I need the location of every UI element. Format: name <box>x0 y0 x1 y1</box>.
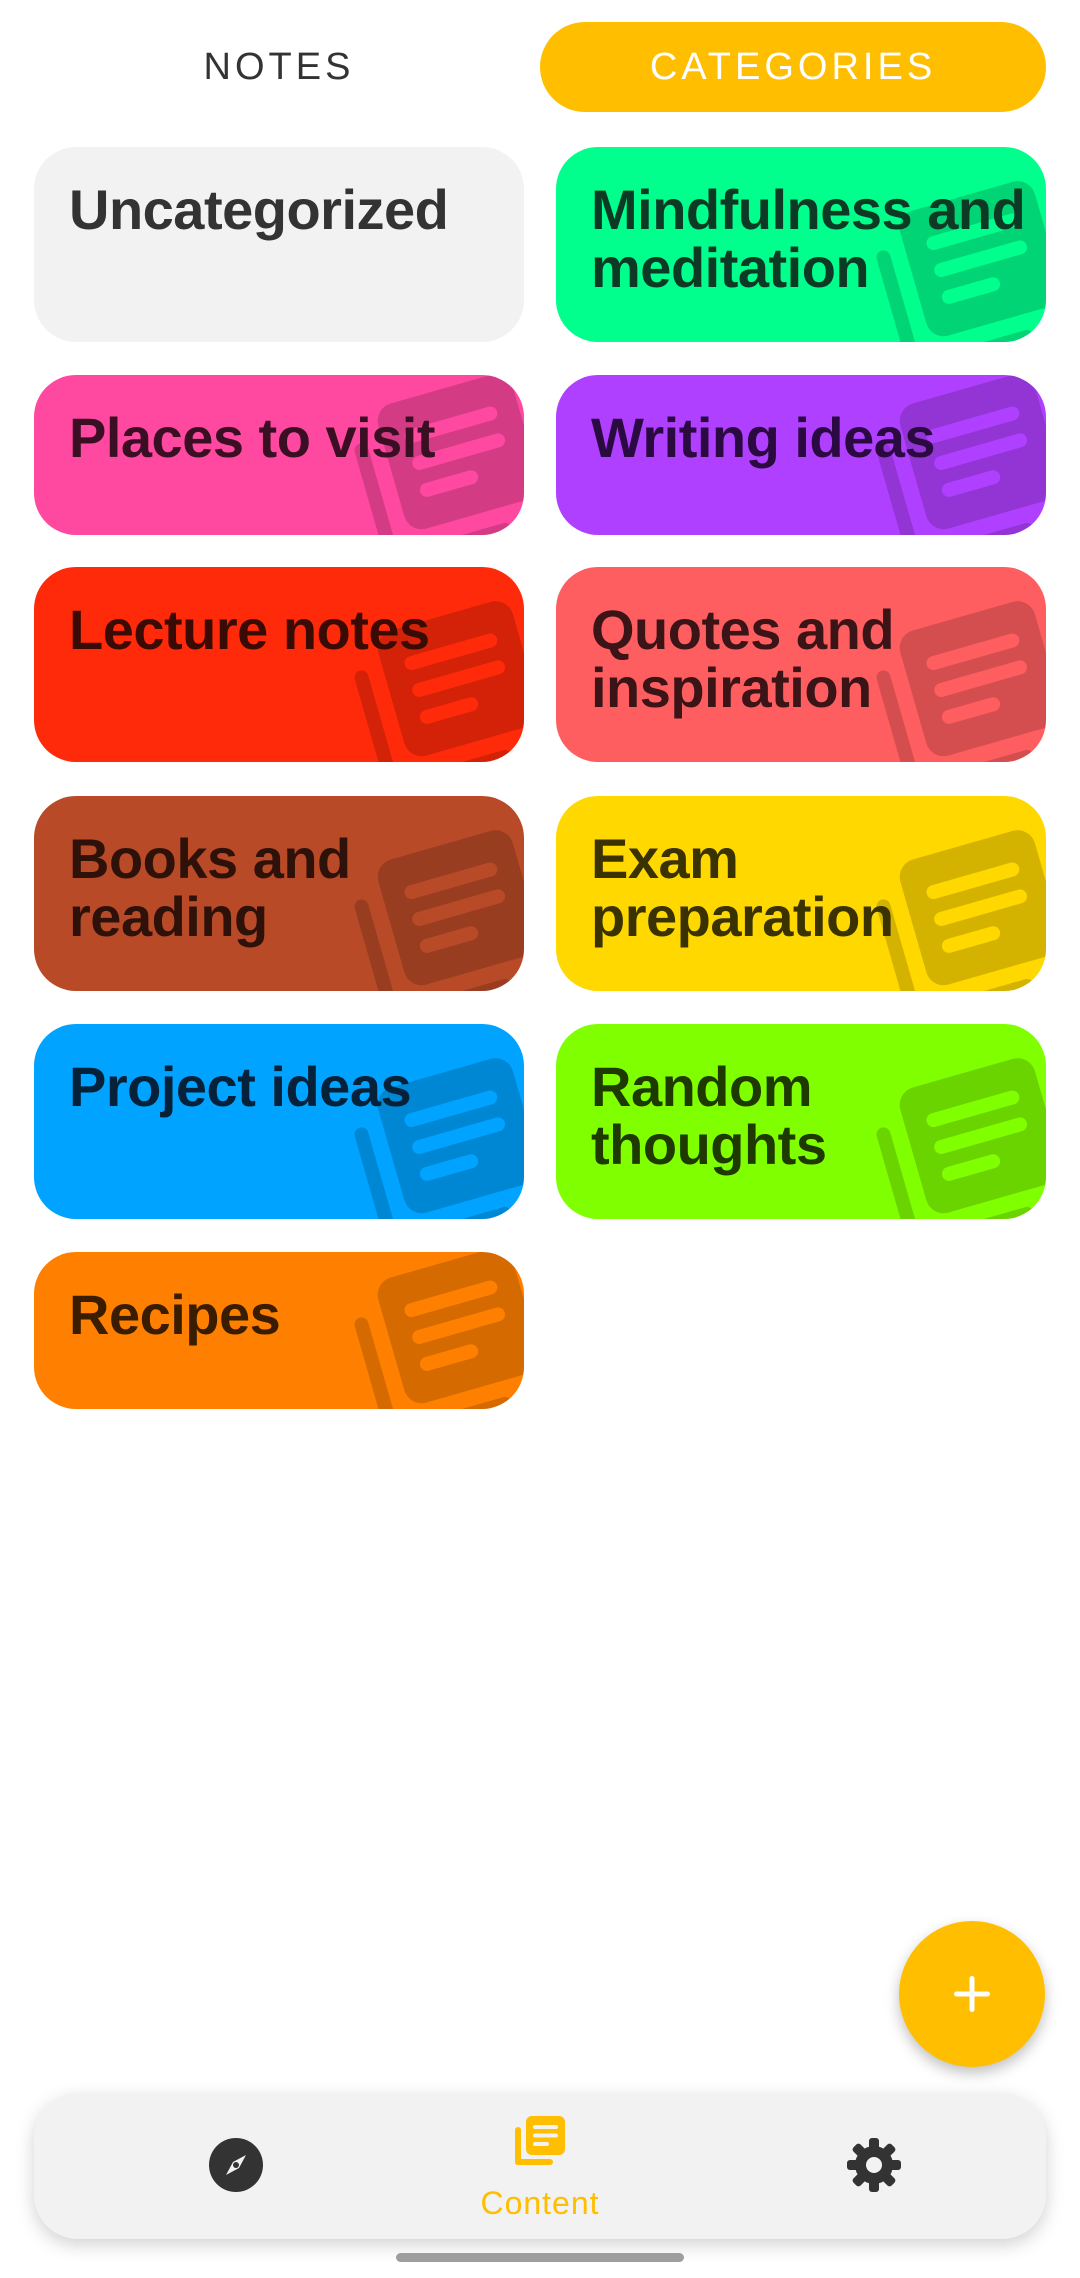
plus-icon <box>954 1976 990 2012</box>
category-title: Books and reading <box>69 827 351 948</box>
category-card[interactable]: Books and reading <box>34 796 524 991</box>
category-card[interactable]: Random thoughts <box>556 1024 1046 1219</box>
home-indicator[interactable] <box>396 2253 684 2262</box>
add-category-button[interactable] <box>899 1921 1045 2067</box>
tab-categories[interactable]: Categories <box>540 22 1046 112</box>
nav-settings[interactable] <box>764 2093 984 2239</box>
category-card[interactable]: Writing ideas <box>556 375 1046 535</box>
category-card[interactable]: Recipes <box>34 1252 524 1409</box>
category-title: Mindfulness and meditation <box>591 178 1026 299</box>
tab-notes[interactable]: Notes <box>34 22 524 112</box>
category-title: Exam preparation <box>591 827 894 948</box>
category-title: Random thoughts <box>591 1055 827 1176</box>
bottom-navigation: Content <box>34 2093 1046 2239</box>
nav-content-label: Content <box>480 2185 600 2221</box>
category-card[interactable]: Exam preparation <box>556 796 1046 991</box>
category-card[interactable]: Quotes and inspiration <box>556 567 1046 762</box>
gear-icon <box>847 2138 901 2192</box>
category-title: Project ideas <box>69 1055 412 1118</box>
top-tab-bar: Notes Categories <box>34 22 1046 112</box>
category-card[interactable]: Mindfulness and meditation <box>556 147 1046 342</box>
categories-screen: Notes Categories Uncategorized Mindfulnes… <box>0 0 1080 2278</box>
notes-stack-icon <box>515 2116 565 2165</box>
category-title: Places to visit <box>69 406 436 469</box>
compass-icon <box>209 2138 263 2192</box>
category-card[interactable]: Lecture notes <box>34 567 524 762</box>
nav-explore[interactable] <box>126 2093 346 2239</box>
category-title: Lecture notes <box>69 598 430 661</box>
category-title: Writing ideas <box>591 406 936 469</box>
category-title: Quotes and inspiration <box>591 598 895 719</box>
category-title: Uncategorized <box>69 178 449 241</box>
category-card[interactable]: Uncategorized <box>34 147 524 342</box>
nav-content[interactable]: Content <box>430 2093 650 2239</box>
category-title: Recipes <box>69 1283 281 1346</box>
category-card[interactable]: Project ideas <box>34 1024 524 1219</box>
category-card[interactable]: Places to visit <box>34 375 524 535</box>
